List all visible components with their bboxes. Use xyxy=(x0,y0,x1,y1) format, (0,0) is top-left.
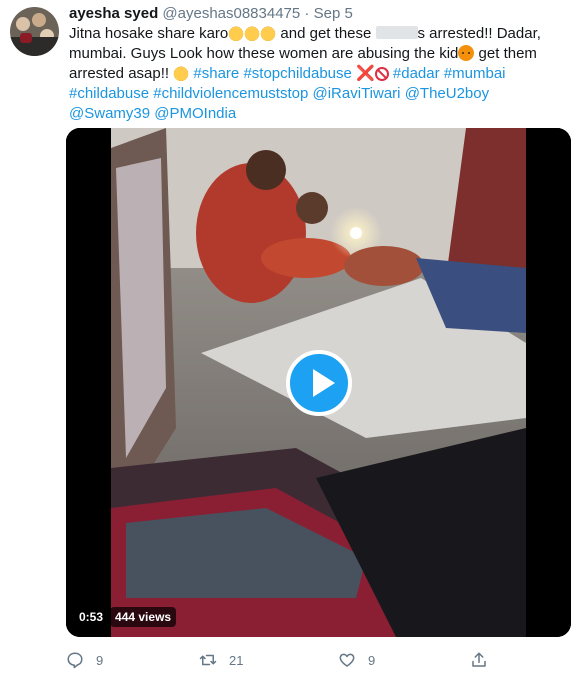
like-button[interactable]: 9 xyxy=(338,650,375,670)
share-button[interactable] xyxy=(470,650,488,670)
no-entry-icon xyxy=(374,67,389,81)
avatar-face xyxy=(16,17,30,31)
play-button[interactable] xyxy=(286,350,352,416)
user-handle[interactable]: @ayeshas08834475 xyxy=(162,5,300,22)
tweet-header: ayesha syed @ayeshas08834475 · Sep 5 xyxy=(69,4,353,24)
reply-count: 9 xyxy=(96,652,104,668)
display-name[interactable]: ayesha syed xyxy=(69,5,158,22)
mention-iravitiwari[interactable]: @iRaviTiwari xyxy=(313,85,401,102)
cross-mark-icon: ❌ xyxy=(356,65,375,82)
angry-face-icon xyxy=(458,45,475,61)
avatar-face xyxy=(32,13,46,27)
folded-hands-icon xyxy=(244,25,261,41)
reply-icon xyxy=(67,652,83,669)
mention-swamy39[interactable]: @Swamy39 xyxy=(69,105,150,122)
view-count: 444 views xyxy=(110,607,177,627)
redacted-text xyxy=(375,26,418,39)
retweet-count: 21 xyxy=(229,652,244,668)
video-player[interactable]: 0:53 444 views xyxy=(66,128,571,637)
avatar[interactable] xyxy=(10,7,59,56)
text-segment: Jitna hosake share karo xyxy=(69,25,229,42)
tweet-text: Jitna hosake share karo and get these s … xyxy=(69,24,569,124)
hashtag-stopchildabuse[interactable]: #stopchildabuse xyxy=(243,65,351,82)
folded-hands-icon xyxy=(228,25,245,41)
hashtag-childabuse[interactable]: #childabuse xyxy=(69,85,149,102)
tweet-date[interactable]: Sep 5 xyxy=(314,5,353,22)
avatar-body xyxy=(10,37,59,56)
hashtag-childviolencemuststop[interactable]: #childviolencemuststop xyxy=(153,85,308,102)
mention-pmoindia[interactable]: @PMOIndia xyxy=(154,105,236,122)
like-count: 9 xyxy=(368,652,376,668)
folded-hands-icon xyxy=(260,25,277,41)
mention-theu2boy[interactable]: @TheU2boy xyxy=(405,85,489,102)
avatar-body xyxy=(20,33,32,43)
retweet-button[interactable]: 21 xyxy=(199,650,243,670)
reply-button[interactable]: 9 xyxy=(66,650,103,670)
hashtag-mumbai[interactable]: #mumbai xyxy=(444,65,506,82)
separator: · xyxy=(304,5,310,22)
folded-hands-icon xyxy=(173,65,190,81)
hashtag-dadar[interactable]: #dadar xyxy=(393,65,440,82)
tweet-actions: 9 21 9 xyxy=(66,650,571,670)
share-icon xyxy=(472,652,486,667)
heart-icon xyxy=(339,653,355,667)
video-duration: 0:53 xyxy=(74,607,109,627)
retweet-icon xyxy=(199,654,217,666)
hashtag-share[interactable]: #share xyxy=(193,65,239,82)
play-icon xyxy=(313,369,335,397)
video-meta: 0:53 444 views xyxy=(74,607,178,627)
text-segment: and get these xyxy=(276,25,376,42)
